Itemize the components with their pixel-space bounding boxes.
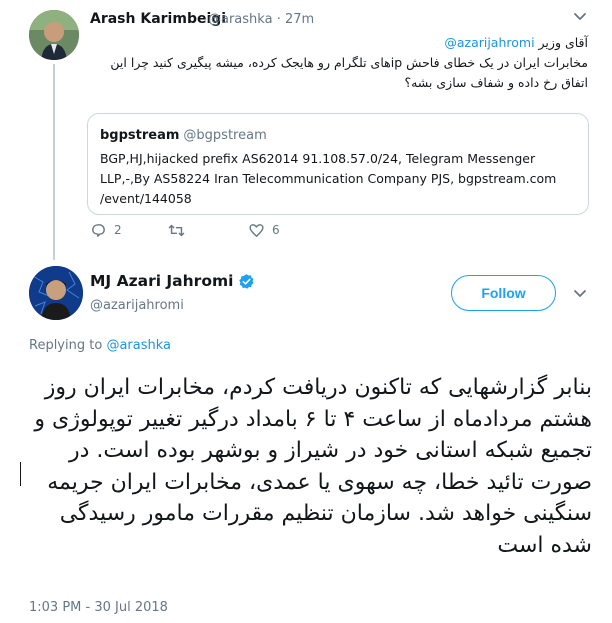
like-count: 6 (272, 223, 280, 237)
thread-connector-line (53, 64, 55, 260)
reply-text-body: مخابرات ایران در یک خطای فاحش ipهای تلگر… (110, 55, 588, 90)
avatar-image (29, 10, 79, 60)
like-button[interactable]: 6 (248, 222, 280, 239)
reply-author-name[interactable]: Arash Karimbeigi (90, 11, 226, 27)
reply-tweet-text: آقای وزیر @azarijahromi مخابرات ایران در… (88, 33, 588, 93)
reply-text-prefix: آقای وزیر (534, 35, 588, 50)
main-tweet-text: بنابر گزارشهایی که تاکنون دریافت کردم، م… (34, 375, 592, 558)
avatar-azari-jahromi[interactable] (29, 266, 83, 320)
like-icon (249, 223, 264, 237)
replying-to-label: Replying to (29, 338, 107, 353)
quoted-tweet-card[interactable]: bgpstream @bgpstream BGP,HJ,hijacked pref… (87, 113, 589, 215)
text-cursor (20, 462, 21, 486)
main-author-name-text: MJ Azari Jahromi (90, 272, 234, 290)
avatar-image (29, 266, 83, 320)
replying-to-mention[interactable]: @arashka (106, 338, 171, 353)
chevron-down-icon[interactable] (572, 8, 588, 24)
reply-count: 2 (114, 223, 122, 237)
quoted-tweet-text: BGP,HJ,hijacked prefix AS62014 91.108.57… (100, 151, 557, 206)
mention-link[interactable]: @azarijahromi (444, 35, 534, 50)
follow-button[interactable]: Follow (451, 275, 556, 311)
replying-to-line: Replying to @arashka (29, 338, 171, 353)
reply-icon (92, 223, 105, 237)
reply-handle-time[interactable]: @arashka · 27m (208, 12, 314, 27)
main-author-name[interactable]: MJ Azari Jahromi (90, 272, 255, 290)
main-author-handle[interactable]: @azarijahromi (90, 298, 184, 313)
quoted-author-name: bgpstream (100, 128, 180, 143)
avatar-arash[interactable] (29, 10, 79, 60)
reply-button[interactable]: 2 (90, 222, 122, 239)
chevron-down-icon[interactable] (572, 285, 588, 301)
quoted-header: bgpstream @bgpstream (100, 124, 576, 143)
verified-badge-icon (239, 273, 254, 289)
tweet-timestamp[interactable]: 1:03 PM - 30 Jul 2018 (29, 600, 168, 615)
retweet-button[interactable] (168, 222, 192, 239)
retweet-icon (168, 224, 185, 236)
quoted-author-handle: @bgpstream (183, 128, 267, 143)
